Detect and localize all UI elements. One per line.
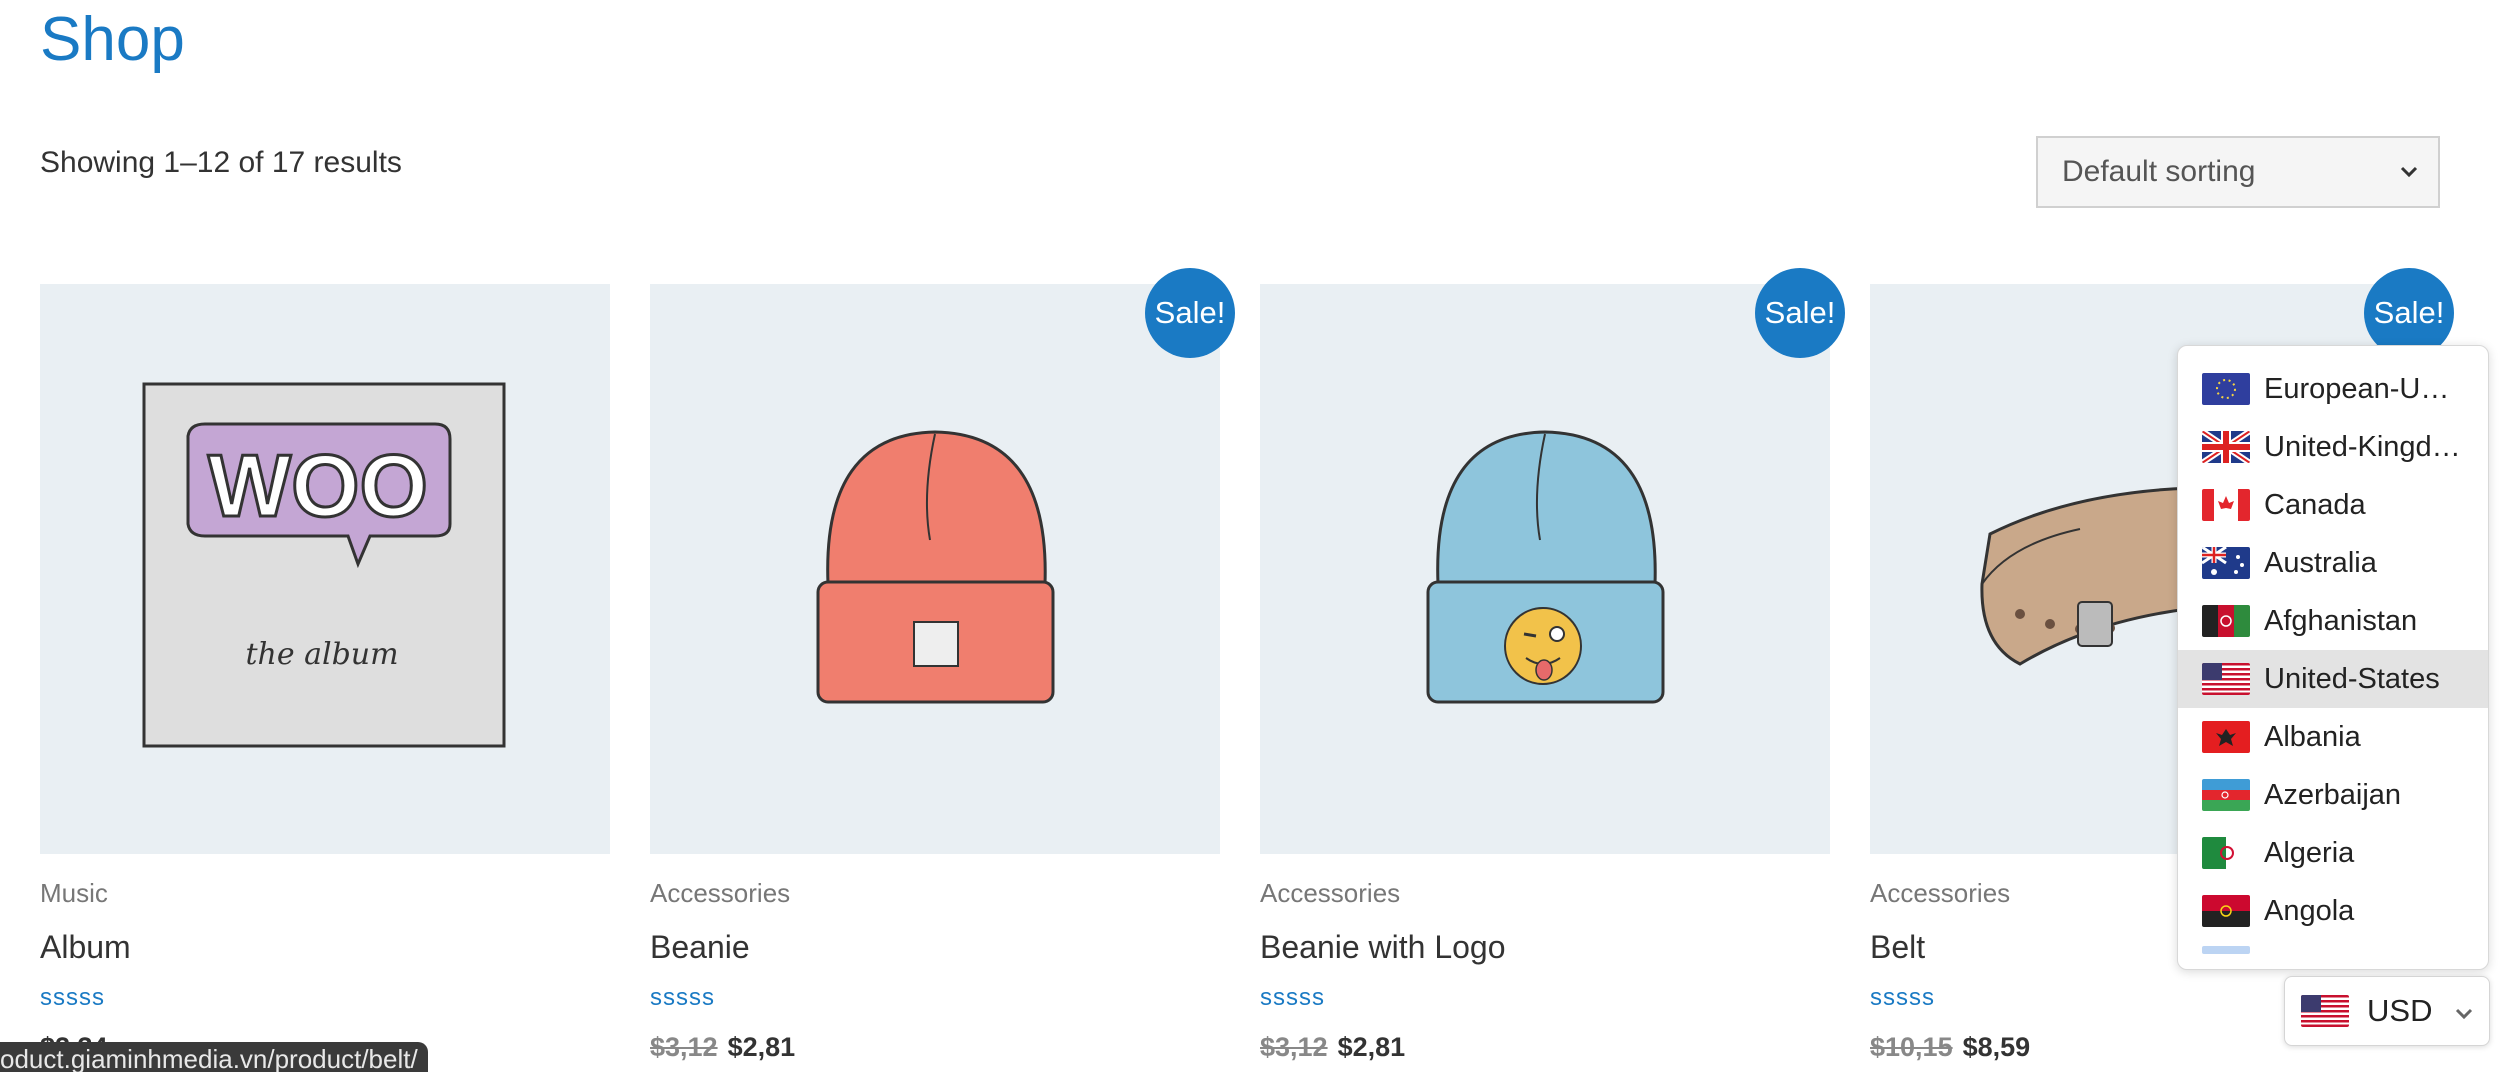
sale-badge: Sale! [1145, 268, 1235, 358]
currency-option-canada[interactable]: Canada [2178, 476, 2488, 534]
currency-option-label: Azerbaijan [2264, 778, 2402, 811]
product-rating: sssss [1260, 984, 1325, 1011]
algeria-flag-icon [2202, 837, 2250, 869]
currency-option-label: Afghanistan [2264, 604, 2418, 637]
product-image-beanie[interactable] [650, 284, 1220, 854]
product-sale-price: $8,59 [1962, 1032, 2031, 1062]
product-rating: sssss [40, 984, 105, 1011]
result-count: Showing 1–12 of 17 results [40, 146, 402, 179]
currency-option-angola[interactable]: Angola [2178, 882, 2488, 940]
product-title[interactable]: Beanie [650, 929, 1220, 966]
product-image-album[interactable]: WOO the album [40, 284, 610, 854]
beanie-with-logo-illustration [1426, 430, 1665, 704]
product-card-beanie-with-logo[interactable]: Accessories Beanie with Logo sssss $3,12… [1260, 284, 1830, 1063]
album-logo-text: WOO [208, 436, 428, 535]
currency-option-australia[interactable]: Australia [2178, 534, 2488, 592]
currency-option-label: Algeria [2264, 836, 2355, 869]
product-regular-price: $3,12 [1260, 1032, 1328, 1062]
currency-option-azerbaijan[interactable]: Azerbaijan [2178, 766, 2488, 824]
canada-flag-icon [2202, 489, 2250, 521]
product-title[interactable]: Beanie with Logo [1260, 929, 1830, 966]
currency-option-label: Albania [2264, 720, 2361, 753]
currency-switcher[interactable]: USD [2284, 976, 2490, 1046]
sorting-selected-label: Default sorting [2062, 155, 2256, 188]
currency-option-label: Australia [2264, 546, 2377, 579]
us-flag-icon [2301, 995, 2349, 1027]
currency-option-united-kingdom[interactable]: United-Kingd… [2178, 418, 2488, 476]
currency-option-albania[interactable]: Albania [2178, 708, 2488, 766]
product-card-beanie[interactable]: Accessories Beanie sssss $3,12 $2,81 [650, 284, 1220, 1063]
product-category[interactable]: Accessories [650, 878, 1220, 909]
azerbaijan-flag-icon [2202, 779, 2250, 811]
album-caption-text: the album [245, 637, 398, 672]
australia-flag-icon [2202, 547, 2250, 579]
currency-code: USD [2367, 993, 2433, 1028]
page-title: Shop [40, 5, 185, 74]
currency-option-european-union[interactable]: European-Un… [2178, 360, 2488, 418]
afghanistan-flag-icon [2202, 605, 2250, 637]
eu-flag-icon [2202, 373, 2250, 405]
currency-option-label: United-Kingd… [2264, 430, 2461, 463]
product-price: $3,12 $2,81 [650, 1032, 1220, 1063]
product-price: $3,12 $2,81 [1260, 1032, 1830, 1063]
currency-option-label: Canada [2264, 488, 2366, 521]
us-flag-icon [2202, 663, 2250, 695]
product-card-album[interactable]: WOO the album Music Album sssss $2,34 [40, 284, 610, 1063]
uk-flag-icon [2202, 431, 2250, 463]
angola-flag-icon [2202, 895, 2250, 927]
chevron-down-icon [2400, 166, 2418, 178]
currency-option-label: Angola [2264, 894, 2355, 927]
product-category[interactable]: Music [40, 878, 610, 909]
currency-option-label: European-Un… [2264, 372, 2464, 405]
sale-badge: Sale! [1755, 268, 1845, 358]
product-sale-price: $2,81 [1337, 1032, 1406, 1062]
sorting-select[interactable]: Default sorting [2036, 136, 2440, 208]
product-title[interactable]: Album [40, 929, 610, 966]
status-bar-url: oduct.giaminhmedia.vn/product/belt/ [0, 1042, 428, 1072]
product-image-beanie-with-logo[interactable] [1260, 284, 1830, 854]
currency-option-algeria[interactable]: Algeria [2178, 824, 2488, 882]
chevron-down-icon [2455, 1008, 2473, 1020]
albania-flag-icon [2202, 721, 2250, 753]
product-category[interactable]: Accessories [1260, 878, 1830, 909]
currency-option-united-states[interactable]: United-States [2178, 650, 2488, 708]
partial-flag-icon [2202, 946, 2250, 954]
product-regular-price: $3,12 [650, 1032, 718, 1062]
product-rating: sssss [650, 984, 715, 1011]
beanie-illustration [816, 430, 1055, 704]
album-art-illustration: WOO the album [142, 382, 506, 748]
currency-option-label: United-States [2264, 662, 2440, 695]
product-sale-price: $2,81 [727, 1032, 796, 1062]
currency-option-afghanistan[interactable]: Afghanistan [2178, 592, 2488, 650]
currency-dropdown-list[interactable]: European-Un… United-Kingd… Canada Austra… [2177, 345, 2489, 970]
product-regular-price: $10,15 [1870, 1032, 1953, 1062]
currency-option-partial[interactable] [2178, 940, 2488, 960]
